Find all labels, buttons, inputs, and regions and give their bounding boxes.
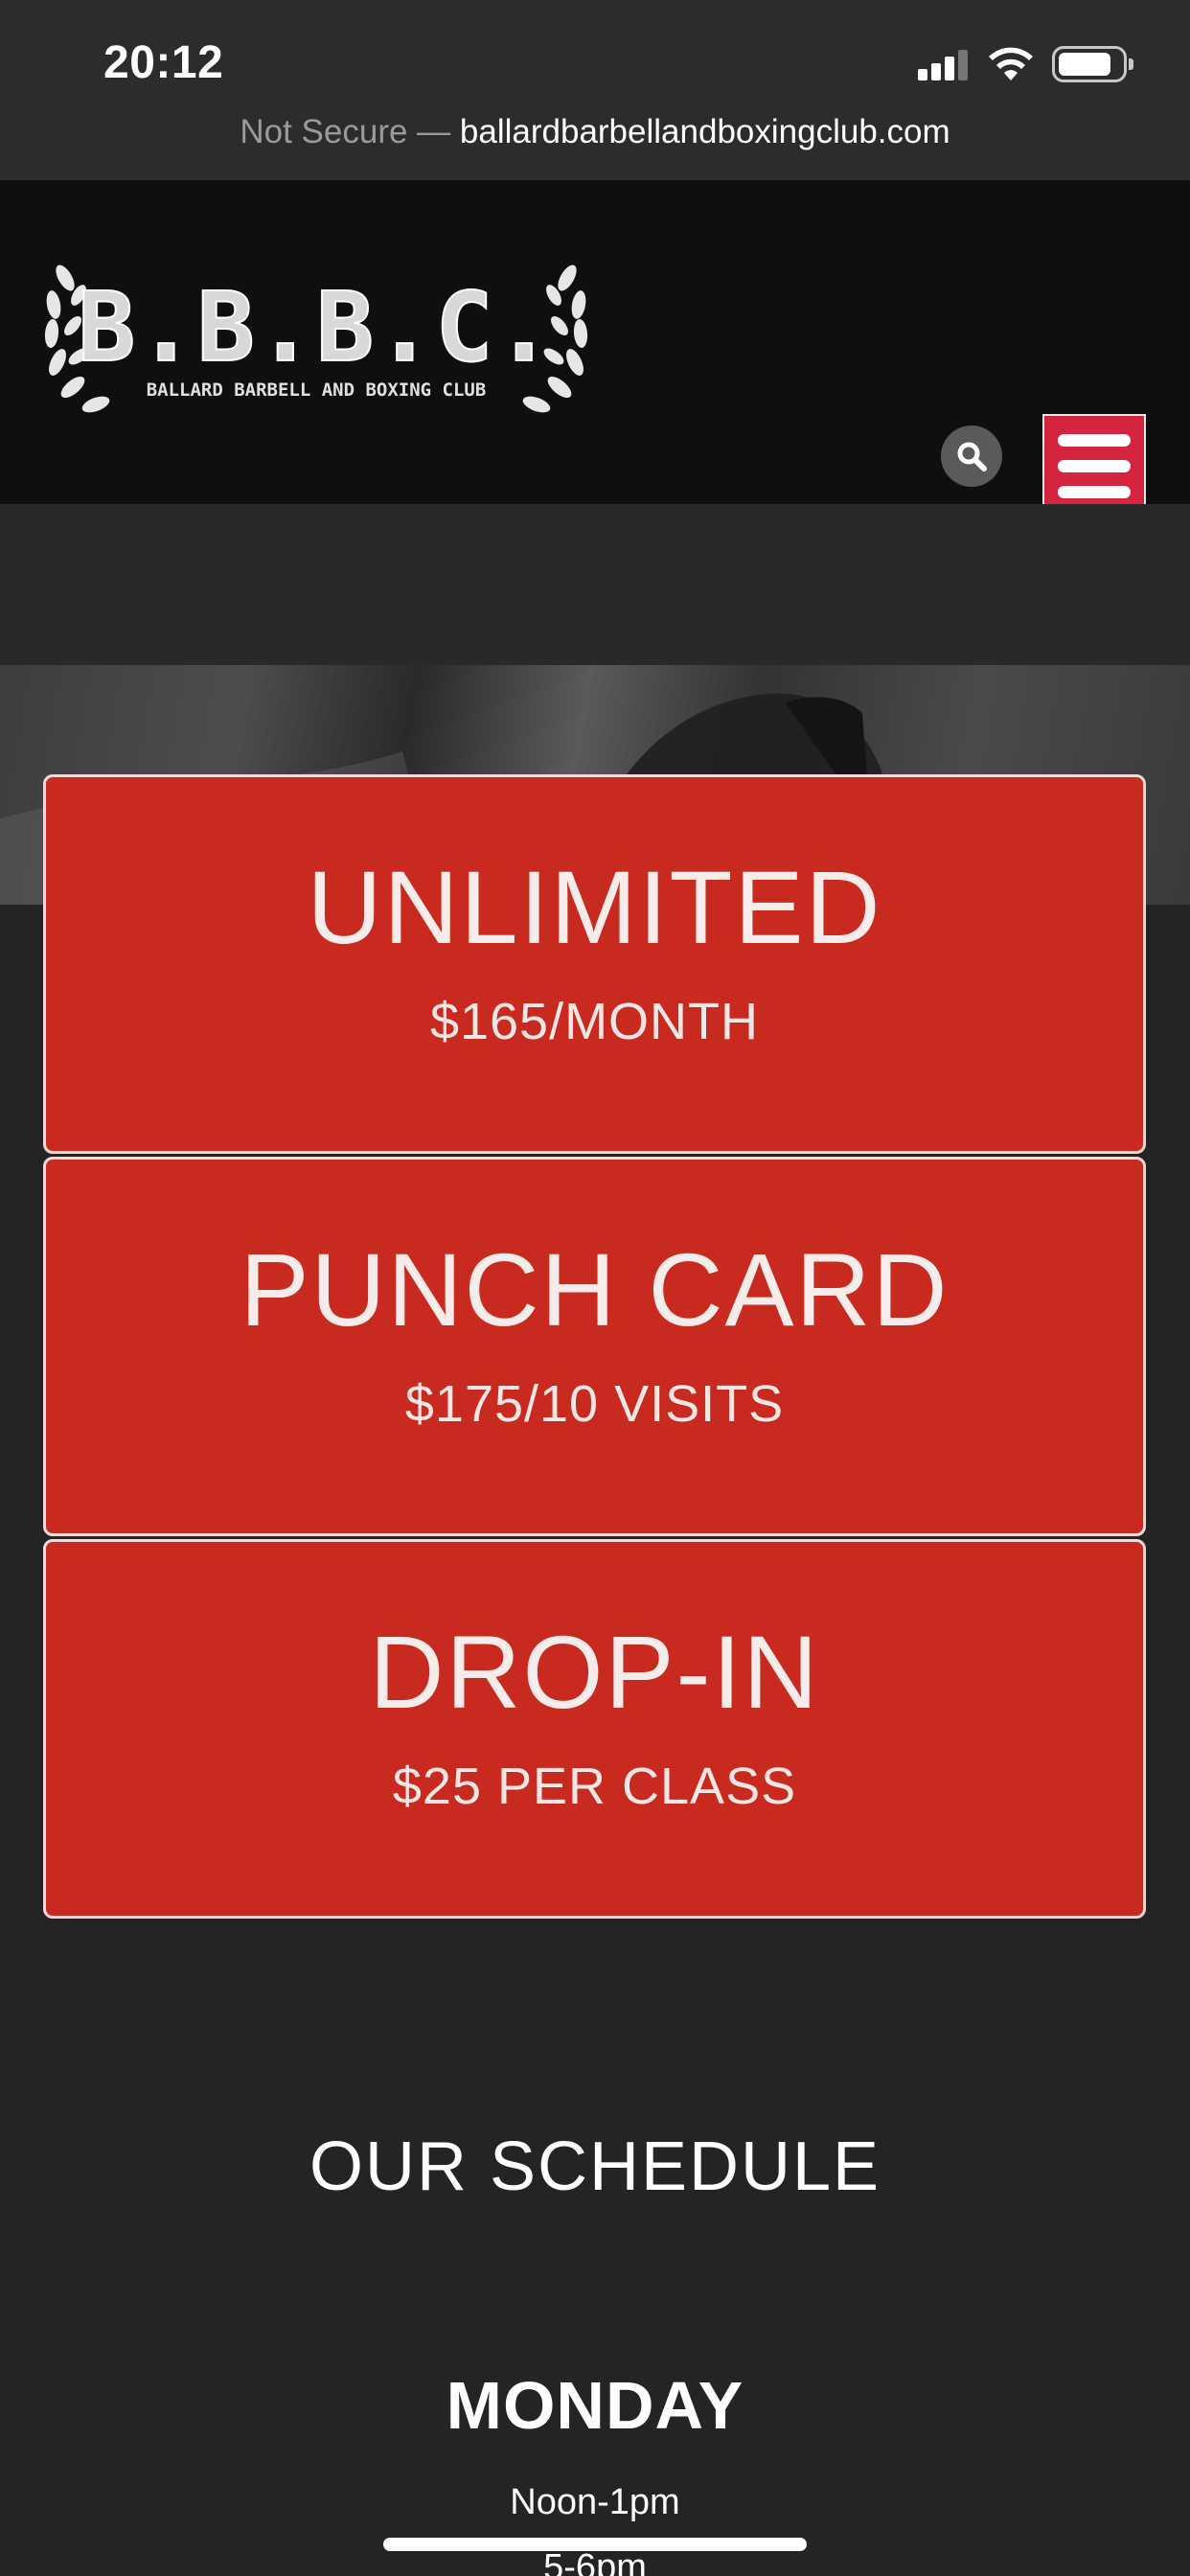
site-header: B.B.B.C. BALLARD BARBELL AND BOXING CLUB (0, 180, 1190, 518)
hamburger-menu-icon (1058, 433, 1131, 447)
page: 20:12 Not Secure — ballardbarbellandboxi… (0, 0, 1190, 2576)
url-host: ballardbarbellandboxingclub.com (459, 113, 950, 150)
hamburger-menu-button[interactable] (1042, 414, 1146, 518)
search-icon (957, 442, 987, 472)
pricing-card-title: UNLIMITED (307, 849, 882, 965)
pricing-card-punch-card[interactable]: PUNCH CARD $175/10 VISITS (43, 1157, 1146, 1536)
schedule-heading: OUR SCHEDULE (309, 2128, 881, 2205)
home-indicator[interactable] (383, 2538, 807, 2551)
pricing-card-title: PUNCH CARD (240, 1231, 950, 1347)
schedule-time-slot: 5-6pm (543, 2547, 647, 2576)
schedule-day: MONDAY (446, 2368, 744, 2443)
content-spacer (0, 504, 1190, 665)
logo-subtitle: BALLARD BARBELL AND BOXING CLUB (147, 380, 487, 401)
pricing-card-drop-in[interactable]: DROP-IN $25 PER CLASS (43, 1539, 1146, 1919)
logo-text: B.B.B.C. (78, 271, 555, 383)
cellular-signal-icon (918, 50, 970, 80)
site-logo[interactable]: B.B.B.C. BALLARD BARBELL AND BOXING CLUB (29, 238, 604, 429)
pricing-card-price: $175/10 VISITS (404, 1375, 785, 1433)
battery-level (1059, 53, 1110, 76)
pricing-card-title: DROP-IN (369, 1614, 820, 1730)
search-button[interactable] (941, 426, 1002, 487)
schedule-time-slot: Noon-1pm (510, 2482, 680, 2522)
battery-icon (1052, 46, 1133, 82)
status-time: 20:12 (103, 37, 224, 88)
status-bar: 20:12 Not Secure — ballardbarbellandboxi… (0, 0, 1190, 180)
pricing-card-price: $25 PER CLASS (392, 1758, 797, 1815)
pricing-card-unlimited[interactable]: UNLIMITED $165/MONTH (43, 774, 1146, 1154)
url-bar[interactable]: Not Secure — ballardbarbellandboxingclub… (0, 113, 1190, 151)
url-security-label: Not Secure — (240, 113, 451, 150)
wifi-icon (989, 47, 1033, 80)
pricing-card-price: $165/MONTH (429, 993, 760, 1050)
